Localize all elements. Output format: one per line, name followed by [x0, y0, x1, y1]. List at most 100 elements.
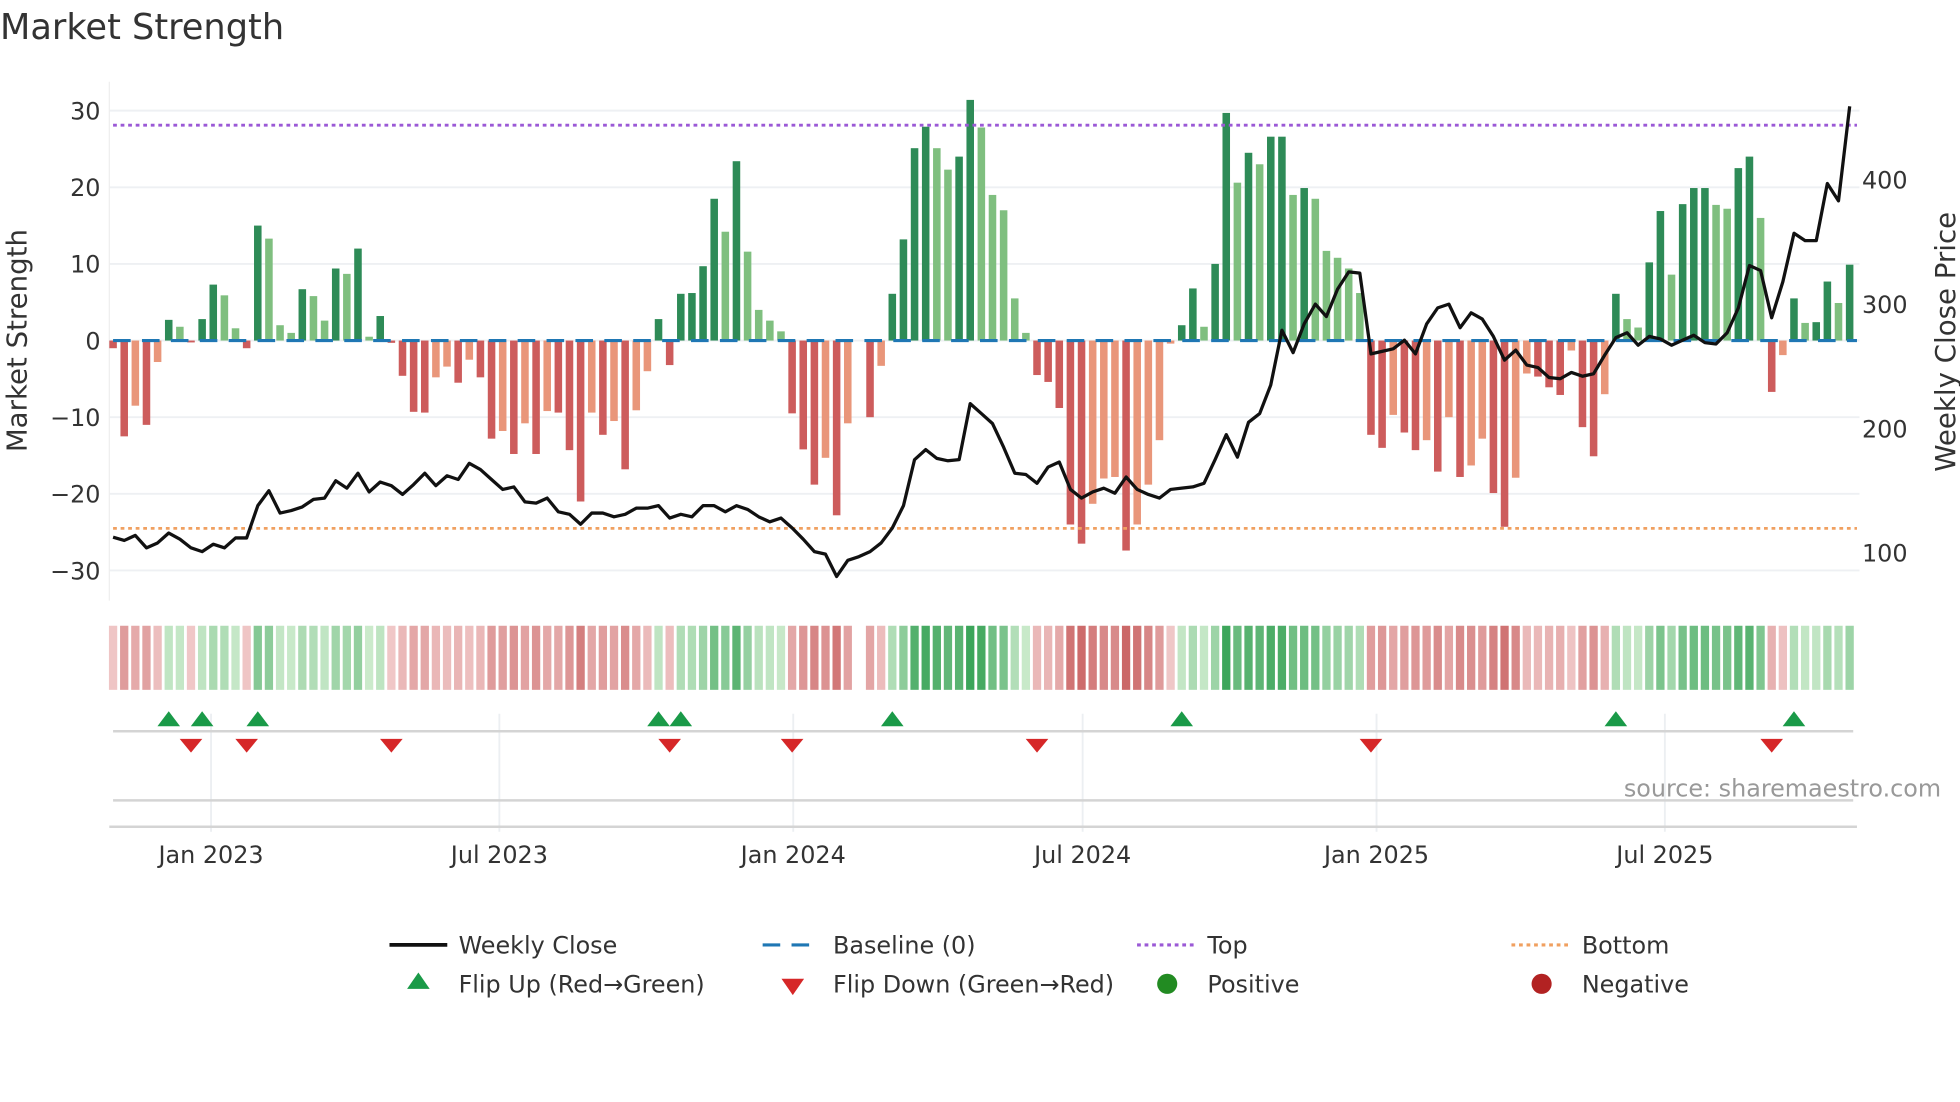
flip-down-marker — [179, 738, 203, 753]
strip-cell — [1600, 625, 1609, 690]
strength-bar — [1545, 340, 1553, 388]
strength-bar — [510, 340, 518, 454]
strip-cell — [1723, 625, 1732, 690]
strip-cell — [1422, 625, 1431, 690]
strip-cell — [1311, 625, 1320, 690]
strength-bar — [877, 340, 885, 366]
legend-baseline: Baseline (0) — [833, 932, 976, 960]
strip-cell — [1533, 625, 1543, 690]
strip-cell — [175, 625, 185, 690]
strength-bar — [966, 99, 974, 341]
y2-tick-label: 200 — [1862, 415, 1908, 443]
strip-cell — [1834, 625, 1843, 690]
strip-cell — [420, 625, 429, 690]
strip-cell — [865, 625, 875, 690]
x-tick-label: Jan 2025 — [1322, 841, 1429, 869]
strength-bar — [521, 340, 529, 424]
strip-cell — [1210, 625, 1220, 690]
strip-cell — [131, 625, 140, 690]
strength-bar — [1656, 211, 1665, 341]
strength-bar — [576, 340, 585, 502]
strip-cell — [1489, 625, 1498, 690]
strength-bar — [1044, 340, 1052, 382]
strength-bar — [587, 340, 596, 413]
strength-bar — [1467, 340, 1475, 466]
strength-bar — [621, 340, 629, 470]
strength-bar — [1267, 136, 1275, 341]
strip-cell — [1344, 625, 1353, 690]
strip-cell — [832, 625, 841, 690]
strength-bar — [710, 198, 718, 341]
strength-bar — [1066, 340, 1075, 525]
strip-cell — [309, 625, 318, 690]
strip-cell — [721, 625, 730, 690]
strength-bar — [921, 126, 930, 341]
strength-bar — [1111, 340, 1119, 477]
legend: Weekly Close Baseline (0) Top Bottom Fli… — [389, 932, 1689, 999]
strip-cell — [509, 625, 518, 690]
strip-cell — [910, 625, 919, 690]
strength-bar — [910, 148, 919, 341]
strength-bar — [343, 273, 351, 341]
strip-cell — [1389, 625, 1398, 690]
strength-bar — [454, 340, 462, 383]
strip-cell — [1578, 625, 1587, 690]
strip-cell — [1556, 625, 1565, 690]
strip-cell — [1366, 625, 1376, 690]
strength-bar — [988, 194, 997, 341]
flip-down-marker — [1359, 738, 1383, 753]
strip-cell — [209, 625, 218, 690]
flip-down-marker — [235, 738, 258, 753]
strip-cell — [687, 625, 697, 690]
strip-cell — [609, 625, 619, 690]
strip-cell — [754, 625, 763, 690]
legend-bottom: Bottom — [1582, 932, 1670, 960]
strip-cell — [353, 625, 363, 690]
strip-cell — [665, 625, 674, 690]
strength-bar — [1523, 340, 1531, 374]
strip-cell — [1589, 625, 1598, 690]
strength-bar — [320, 320, 329, 341]
strip-cell — [587, 625, 596, 690]
strip-cell — [643, 625, 652, 690]
strength-bar — [1812, 322, 1821, 341]
strip-cell — [409, 625, 418, 690]
strength-bar — [1233, 182, 1242, 341]
strength-bar — [298, 289, 307, 341]
strip-cell — [1199, 625, 1209, 690]
strip-cell — [331, 625, 340, 690]
strip-cell — [598, 625, 608, 690]
strength-bar — [1745, 156, 1754, 341]
strip-cell — [476, 625, 485, 690]
flip-up-marker — [190, 711, 214, 727]
strip-cell — [1411, 625, 1420, 690]
strength-bar — [498, 340, 507, 431]
strip-cell — [275, 625, 285, 690]
strip-cell — [1800, 625, 1810, 690]
strip-cell — [1177, 625, 1186, 690]
strength-bar — [365, 336, 373, 341]
strip-cell — [1678, 625, 1687, 690]
strength-bar — [1612, 293, 1620, 341]
strength-bar — [409, 340, 418, 412]
strip-cell — [1689, 625, 1698, 690]
strength-bar — [1133, 340, 1141, 525]
legend-weekly-close: Weekly Close — [459, 932, 618, 960]
right-axis-title: Weekly Close Price — [1929, 212, 1960, 472]
strength-bar — [1211, 263, 1219, 341]
strength-bars — [109, 99, 1854, 551]
strip-cell — [977, 625, 986, 690]
strength-bar — [1010, 298, 1019, 341]
strip-cell — [1110, 625, 1120, 690]
strip-cell — [1021, 625, 1031, 690]
strip-cell — [1222, 625, 1231, 690]
source-label: source: sharemaestro.com — [1624, 775, 1941, 803]
flip-down-marker — [1025, 738, 1049, 753]
strip-cell — [242, 625, 251, 690]
strength-bar — [788, 340, 796, 414]
strip-cell — [442, 625, 452, 690]
left-axis-ticks: 30 20 10 0 −10 −20 −30 — [50, 97, 100, 585]
strip-cell — [1055, 625, 1064, 690]
strength-bar — [1222, 112, 1231, 341]
strength-bar — [1834, 302, 1843, 341]
